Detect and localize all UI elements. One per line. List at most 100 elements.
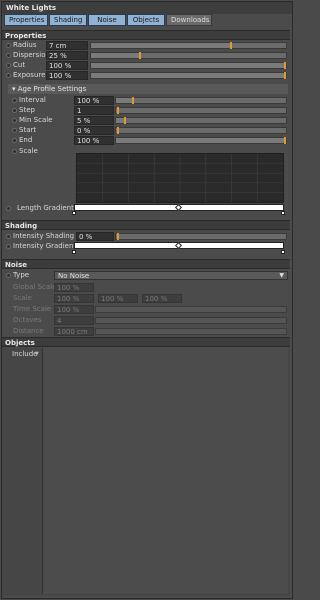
expand-triangle-icon[interactable]: ▾ <box>12 85 16 93</box>
section-objects[interactable]: Objects <box>2 337 290 347</box>
length-gradient-keyframe-icon[interactable] <box>6 206 11 211</box>
noise-scale-row: Scale 100 % 100 % 100 % <box>4 294 288 303</box>
distance-slider[interactable] <box>95 328 287 335</box>
tab-downloads[interactable]: Downloads <box>166 14 212 26</box>
chevron-down-icon: ▼ <box>279 272 284 279</box>
section-noise[interactable]: Noise <box>2 259 290 269</box>
cut-label: Cut <box>13 61 26 69</box>
section-shading[interactable]: Shading <box>2 220 290 230</box>
noise-scale-x-input[interactable]: 100 % <box>54 294 94 303</box>
min-scale-keyframe-icon[interactable] <box>12 118 17 123</box>
start-row: Start 0 % <box>4 126 288 135</box>
include-object-list[interactable] <box>42 348 288 594</box>
noise-type-dropdown[interactable]: No Noise ▼ <box>54 271 288 280</box>
intensity-shading-keyframe-icon[interactable] <box>6 234 11 239</box>
noise-type-row: Type No Noise ▼ <box>4 271 288 280</box>
interval-slider-fill <box>116 98 133 103</box>
length-gradient-bar[interactable] <box>74 203 284 212</box>
radius-row: Radius 7 cm <box>4 41 288 50</box>
exposure-slider-knob[interactable] <box>284 72 286 79</box>
tab-noise[interactable]: Noise <box>88 14 126 26</box>
include-menu-arrow-icon[interactable]: ▼ <box>35 350 39 359</box>
intensity-gradient-midpoint-icon[interactable] <box>174 241 183 250</box>
noise-scale-z-input[interactable]: 100 % <box>142 294 182 303</box>
length-gradient-left-stop[interactable] <box>72 211 76 215</box>
tab-properties[interactable]: Properties <box>4 14 48 26</box>
radius-label: Radius <box>13 41 37 49</box>
start-keyframe-icon[interactable] <box>12 128 17 133</box>
step-input[interactable]: 1 <box>74 106 114 115</box>
end-label: End <box>19 136 33 144</box>
step-slider[interactable] <box>115 107 287 114</box>
age-profile-group[interactable]: ▾ Age Profile Settings <box>8 84 288 94</box>
octaves-label: Octaves <box>13 316 42 324</box>
time-scale-slider[interactable] <box>95 306 287 313</box>
length-gradient-midpoint-icon[interactable] <box>174 203 183 212</box>
end-row: End 100 % <box>4 136 288 145</box>
length-gradient-right-stop[interactable] <box>281 211 285 215</box>
radius-slider-knob[interactable] <box>230 42 232 49</box>
intensity-gradient-bar[interactable] <box>74 241 284 250</box>
dispersion-slider-knob[interactable] <box>139 52 141 59</box>
radius-input[interactable]: 7 cm <box>46 41 88 50</box>
intensity-gradient-left-stop[interactable] <box>72 250 76 254</box>
octaves-input[interactable]: 4 <box>54 316 94 325</box>
end-slider[interactable] <box>115 137 287 144</box>
step-label: Step <box>19 106 35 114</box>
intensity-gradient-right-stop[interactable] <box>281 250 285 254</box>
end-slider-fill <box>116 138 286 143</box>
start-input[interactable]: 0 % <box>74 126 114 135</box>
cut-input[interactable]: 100 % <box>46 61 88 70</box>
age-profile-title: Age Profile Settings <box>17 85 87 93</box>
min-scale-row: Min Scale 5 % <box>4 116 288 125</box>
interval-row: Interval 100 % <box>4 96 288 105</box>
end-keyframe-icon[interactable] <box>12 138 17 143</box>
tab-shading[interactable]: Shading <box>49 14 87 26</box>
intensity-gradient-keyframe-icon[interactable] <box>6 244 11 249</box>
dispersion-keyframe-icon[interactable] <box>6 53 11 58</box>
tab-bar: Properties Shading Noise Objects Downloa… <box>4 14 212 26</box>
exposure-slider[interactable] <box>90 72 287 79</box>
distance-input[interactable]: 1000 cm <box>54 327 94 336</box>
min-scale-slider-knob[interactable] <box>124 117 126 124</box>
cut-keyframe-icon[interactable] <box>6 63 11 68</box>
interval-slider[interactable] <box>115 97 287 104</box>
scale-label: Scale <box>19 147 38 155</box>
exposure-keyframe-icon[interactable] <box>6 73 11 78</box>
step-keyframe-icon[interactable] <box>12 108 17 113</box>
dispersion-slider[interactable] <box>90 52 287 59</box>
tab-objects[interactable]: Objects <box>127 14 165 26</box>
global-scale-input[interactable]: 100 % <box>54 283 94 292</box>
intensity-shading-slider-knob[interactable] <box>117 233 119 240</box>
scale-keyframe-icon[interactable] <box>12 149 17 154</box>
radius-slider[interactable] <box>90 42 287 49</box>
octaves-slider[interactable] <box>95 317 287 324</box>
time-scale-input[interactable]: 100 % <box>54 305 94 314</box>
step-row: Step 1 <box>4 106 288 115</box>
window-title: White Lights <box>2 2 292 14</box>
start-slider[interactable] <box>115 127 287 134</box>
scale-spline-graph[interactable] <box>76 153 284 203</box>
exposure-input[interactable]: 100 % <box>46 71 88 80</box>
cut-slider[interactable] <box>90 62 287 69</box>
interval-keyframe-icon[interactable] <box>12 98 17 103</box>
start-label: Start <box>19 126 37 134</box>
end-input[interactable]: 100 % <box>74 136 114 145</box>
intensity-shading-slider[interactable] <box>115 233 287 240</box>
exposure-slider-fill <box>91 73 286 78</box>
section-properties[interactable]: Properties <box>2 30 290 40</box>
dispersion-input[interactable]: 25 % <box>46 51 88 60</box>
cut-slider-knob[interactable] <box>284 62 286 69</box>
radius-keyframe-icon[interactable] <box>6 43 11 48</box>
min-scale-input[interactable]: 5 % <box>74 116 114 125</box>
noise-type-keyframe-icon[interactable] <box>6 273 11 278</box>
step-slider-knob[interactable] <box>117 107 119 114</box>
interval-slider-knob[interactable] <box>132 97 134 104</box>
interval-input[interactable]: 100 % <box>74 96 114 105</box>
noise-scale-y-input[interactable]: 100 % <box>98 294 138 303</box>
cut-row: Cut 100 % <box>4 61 288 70</box>
intensity-shading-input[interactable]: 0 % <box>76 232 114 241</box>
start-slider-knob[interactable] <box>117 127 119 134</box>
end-slider-knob[interactable] <box>284 137 286 144</box>
min-scale-slider[interactable] <box>115 117 287 124</box>
